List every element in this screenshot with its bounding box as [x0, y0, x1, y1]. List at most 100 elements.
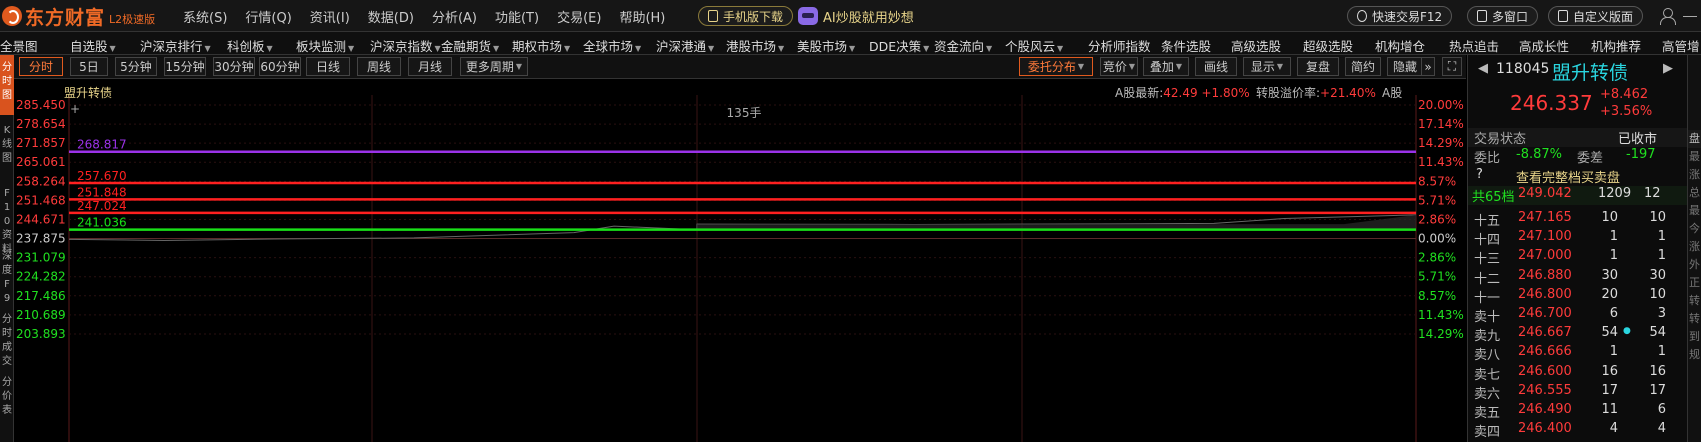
full-book-link[interactable]: 查看完整档买卖盘: [1516, 167, 1620, 186]
view-tab[interactable]: 分时图: [0, 55, 14, 115]
ask-count: 1: [1657, 344, 1666, 360]
menu-item[interactable]: 行情(Q): [245, 7, 291, 26]
nav-item[interactable]: 全球市场 ▼: [583, 36, 641, 55]
nav-item[interactable]: 高级选股: [1231, 36, 1281, 55]
logo-subtitle: L2极速版: [109, 12, 156, 26]
nav-item[interactable]: DDE决策 ▼: [869, 36, 929, 55]
view-tab[interactable]: F10资料: [0, 181, 14, 255]
full-book-row: ? 查看完整档买卖盘: [1468, 167, 1688, 186]
a-share-link[interactable]: A股: [1382, 84, 1402, 101]
price-change-pct: +3.56%: [1600, 104, 1653, 119]
ask-count: 10: [1649, 210, 1666, 225]
menu-item[interactable]: 交易(E): [557, 7, 601, 26]
nav-item[interactable]: 机构推荐: [1591, 36, 1641, 55]
nav-item[interactable]: 港股市场 ▼: [726, 36, 784, 55]
period-button[interactable]: 5日: [70, 57, 108, 76]
chart-tool-button[interactable]: 显示 ▼: [1243, 57, 1291, 76]
nav-item[interactable]: 分析师指数: [1088, 36, 1151, 55]
chart-tool-button[interactable]: 委托分布 ▼: [1019, 57, 1093, 76]
ask-row: 卖六 246.555 17 17: [1468, 383, 1688, 402]
chart-tool-button[interactable]: 叠加 ▼: [1143, 57, 1189, 76]
ask-volume: 1: [1609, 344, 1618, 360]
nav-item-label: 个股风云: [1005, 39, 1056, 54]
next-stock-icon[interactable]: ▶: [1663, 61, 1673, 76]
period-button[interactable]: 15分钟: [164, 57, 206, 76]
period-button[interactable]: 60分钟: [259, 57, 301, 76]
pct-tick-label: 8.57%: [1418, 289, 1456, 303]
ask-row: 卖十 246.700 6 3: [1468, 306, 1688, 325]
ask-row: 卖五 246.490 11 6: [1468, 402, 1688, 421]
y-tick-label: 217.486: [16, 289, 66, 303]
side-tab[interactable]: 盘: [1688, 130, 1701, 148]
nav-item[interactable]: 热点追击: [1449, 36, 1499, 55]
menu-item[interactable]: 数据(D): [368, 7, 414, 26]
volume-note: 135手: [727, 106, 762, 120]
chart-tool-button[interactable]: 竞价 ▼: [1100, 57, 1138, 76]
custom-layout-button[interactable]: 自定义版面: [1548, 6, 1644, 26]
nav-item[interactable]: 期权市场 ▼: [512, 36, 570, 55]
ask-volume: 16: [1601, 363, 1618, 379]
chart-tool-button[interactable]: 画线: [1195, 57, 1237, 76]
chart-tool-button[interactable]: 简约: [1345, 57, 1381, 76]
user-icon[interactable]: [1660, 8, 1676, 25]
period-button[interactable]: 更多周期 ▼: [460, 57, 528, 76]
y-tick-label: 237.875: [16, 232, 66, 246]
nav-item[interactable]: 板块监测 ▼: [296, 36, 354, 55]
nav-item[interactable]: 条件选股: [1161, 36, 1211, 55]
ask-level-label: 卖八: [1474, 348, 1501, 364]
chart-tool-button[interactable]: 隐藏: [1387, 57, 1423, 76]
order-level-label: 268.817: [77, 138, 127, 152]
intraday-chart[interactable]: 285.450 20.00% 278.654 17.14% 271.857 14.29% 2…: [14, 80, 1466, 442]
ask-level-label: 十四: [1474, 233, 1501, 249]
nav-item[interactable]: 高管增: [1662, 36, 1700, 55]
view-tab[interactable]: K线图: [0, 118, 14, 178]
nav-item[interactable]: 沪深港通 ▼: [656, 36, 714, 55]
nav-item[interactable]: 机构增仓: [1375, 36, 1425, 55]
period-button[interactable]: 周线: [357, 57, 401, 76]
menu-item[interactable]: 功能(T): [495, 7, 539, 26]
nav-item[interactable]: 美股市场 ▼: [797, 36, 855, 55]
nav-item[interactable]: 超级选股: [1303, 36, 1353, 55]
chart-stock-name: 盟升转债: [64, 86, 113, 100]
chart-tool-label: 显示: [1250, 60, 1275, 74]
total-levels-vol: 1209: [1598, 186, 1632, 201]
nav-item[interactable]: 资金流向 ▼: [934, 36, 992, 55]
prev-stock-icon[interactable]: ◀: [1478, 61, 1488, 76]
help-icon[interactable]: ?: [1476, 167, 1483, 182]
period-button[interactable]: 5分钟: [115, 57, 157, 76]
nav-item[interactable]: 沪深京指数 ▼: [370, 36, 441, 55]
nav-item[interactable]: 金融期货 ▼: [441, 36, 499, 55]
period-button[interactable]: 日线: [306, 57, 350, 76]
menu-item[interactable]: 资讯(I): [310, 7, 350, 26]
y-tick-label: 224.282: [16, 270, 66, 284]
period-button[interactable]: 月线: [408, 57, 452, 76]
nav-item[interactable]: 科创板 ▼: [227, 36, 273, 55]
menu-item[interactable]: 系统(S): [183, 7, 227, 26]
ai-assistant-button[interactable]: AI炒股就用妙想: [798, 5, 914, 27]
menu-item[interactable]: 帮助(H): [619, 7, 665, 26]
multi-window-button[interactable]: 多窗口: [1467, 6, 1539, 26]
menu-item[interactable]: 分析(A): [432, 7, 477, 26]
period-button[interactable]: 分时: [19, 57, 63, 76]
expand-icon[interactable]: »: [1421, 57, 1435, 76]
quick-trade-button[interactable]: 快速交易F12: [1347, 6, 1453, 26]
crosshair-icon[interactable]: +: [70, 102, 80, 116]
chart-tool-button[interactable]: 复盘: [1297, 57, 1339, 76]
price-change: +8.462: [1600, 87, 1649, 102]
nav-item[interactable]: 全景图: [0, 36, 38, 55]
nav-item[interactable]: 沪深京排行 ▼: [140, 36, 211, 55]
nav-item[interactable]: 自选股 ▼: [70, 36, 116, 55]
period-button[interactable]: 30分钟: [213, 57, 255, 76]
nav-item-label: 沪深京排行: [140, 39, 203, 54]
mobile-download-button[interactable]: 手机版下载: [698, 6, 794, 26]
order-level-label: 241.036: [77, 216, 127, 230]
view-tab[interactable]: 深度F9: [0, 244, 14, 304]
stock-code: 118045: [1496, 61, 1550, 77]
nav-item[interactable]: 高成长性: [1519, 36, 1569, 55]
view-tab[interactable]: 分价表: [0, 370, 14, 430]
minimize-icon[interactable]: [1683, 16, 1697, 17]
chart-tool-label: 复盘: [1305, 60, 1330, 74]
nav-item[interactable]: 个股风云 ▼: [1005, 36, 1063, 55]
view-tab[interactable]: 分时成交: [0, 307, 14, 367]
fullscreen-icon[interactable]: ⛶: [1442, 57, 1462, 76]
